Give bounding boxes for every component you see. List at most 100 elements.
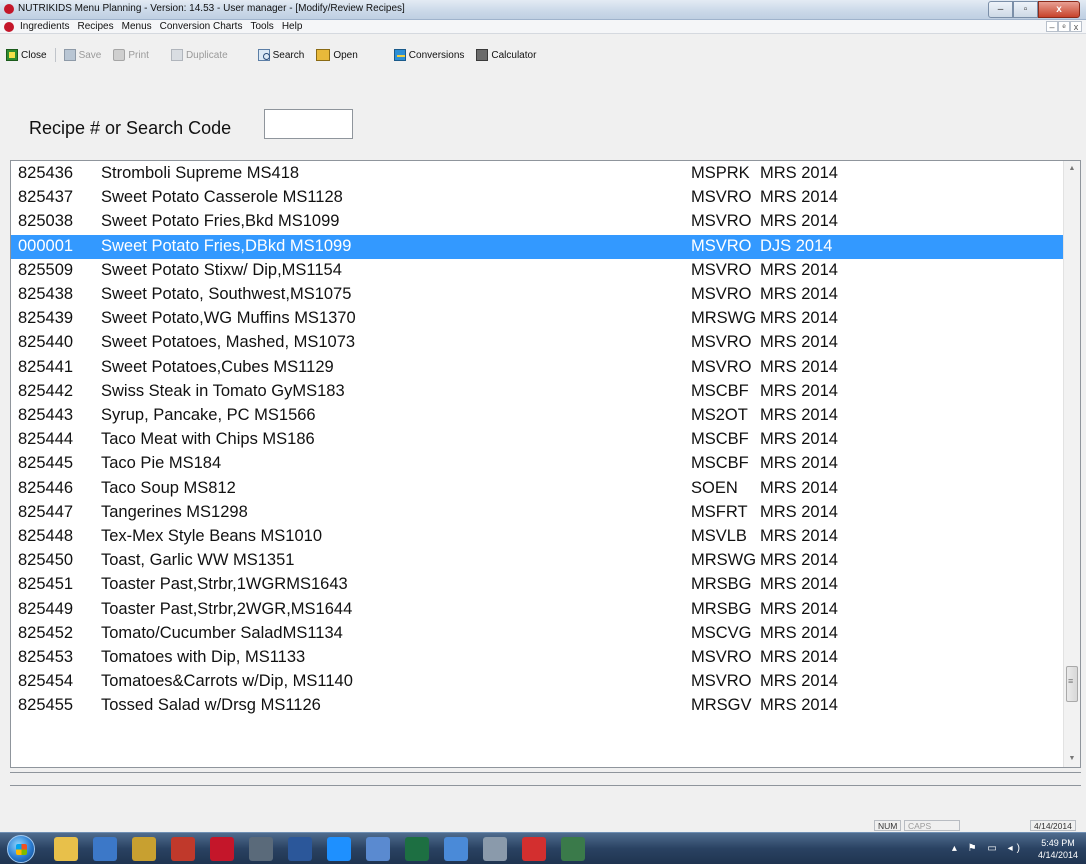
recipe-name: Sweet Potatoes, Mashed, MS1073 [101, 333, 356, 352]
recipe-row[interactable]: 825436 Stromboli Supreme MS418 MSPRK MRS 20… [11, 162, 1065, 186]
recipe-source: MRS 2014 [760, 527, 838, 545]
menu-tools[interactable]: Tools [250, 21, 273, 32]
recipe-category: MSFRT [691, 502, 748, 521]
search-code-input[interactable] [264, 109, 353, 139]
recipe-name: Tossed Salad w/Drsg MS1126 [101, 696, 321, 715]
document-window-controls: – ᵉ x [1046, 21, 1082, 32]
recipe-list[interactable]: 825436 Stromboli Supreme MS418 MSPRK MRS 20… [10, 160, 1081, 768]
recipe-source: MRS 2014 [760, 454, 838, 473]
recipe-code: 825436 [18, 164, 74, 182]
menu-bar: Ingredients Recipes Menus Conversion Cha… [0, 20, 1086, 34]
recipe-code: 825437 [18, 188, 74, 207]
recipe-row[interactable]: 825448 Tex-Mex Style Beans MS1010 MSVLB MRS… [11, 525, 1065, 549]
maximize-button[interactable]: ▫ [1013, 1, 1038, 18]
recipe-row[interactable]: 825444 Taco Meat with Chips MS186 MSCBF MRS… [11, 428, 1065, 452]
publisher-icon[interactable] [171, 837, 195, 861]
duplicate-label: Duplicate [185, 49, 228, 61]
recipe-row[interactable]: 825447 Tangerines MS1298 MSFRT MRS 2014 [11, 501, 1065, 525]
recipe-row[interactable]: 825454 Tomatoes&Carrots w/Dip, MS1140 MSVR… [11, 670, 1065, 694]
close-label: Close [21, 49, 47, 61]
scroll-down-icon[interactable]: ▼ [1064, 751, 1080, 767]
recipe-name: Tangerines MS1298 [101, 502, 248, 521]
calculator-button[interactable]: Calculator [470, 49, 542, 61]
nutrikids-icon[interactable] [210, 837, 234, 861]
scroll-thumb[interactable] [1066, 666, 1078, 702]
nutrikids-app-icon[interactable] [4, 4, 14, 14]
recipe-code: 825443 [18, 406, 74, 424]
excel-icon[interactable] [405, 837, 429, 861]
conversions-button[interactable]: Conversions [388, 49, 471, 61]
recipe-category: MRSBG [691, 575, 752, 594]
app-icon[interactable] [249, 837, 273, 861]
recipe-category: SOEN [691, 478, 738, 497]
close-button[interactable]: Close [0, 49, 53, 61]
recipe-source: MRS 2014 [760, 672, 838, 691]
toolbar: Close Save Print Duplicate Search Open C… [0, 44, 1086, 66]
print-button[interactable]: Print [107, 49, 155, 61]
recipe-row[interactable]: 825445 Taco Pie MS184 MSCBF MRS 2014 [11, 452, 1065, 476]
recipe-row[interactable]: 825455 Tossed Salad w/Drsg MS1126 MRSGV MRS… [11, 694, 1065, 718]
recipe-row[interactable]: 825441 Sweet Potatoes,Cubes MS1129 MSVRO MR… [11, 356, 1065, 380]
recipe-row[interactable]: 825449 Toaster Past,Strbr,2WGR,MS1644 MRSB… [11, 598, 1065, 622]
recipe-row[interactable]: 000001 Sweet Potato Fries,DBkd MS1099 MSVR… [11, 234, 1065, 259]
recipe-category: MSCBF [691, 454, 749, 473]
calculator-label: Calculator [491, 49, 537, 61]
close-window-button[interactable]: x [1038, 1, 1080, 18]
tray-icons[interactable]: ▴ ⚑ ▭ ◂) [952, 843, 1024, 854]
document-minimize-button[interactable]: – [1046, 21, 1058, 32]
acrobat-icon[interactable] [522, 837, 546, 861]
network-icon[interactable] [444, 837, 468, 861]
scroll-up-icon[interactable]: ▲ [1064, 161, 1080, 177]
print-icon [113, 49, 126, 61]
menu-menus[interactable]: Menus [122, 21, 152, 32]
recipe-row[interactable]: 825453 Tomatoes with Dip, MS1133 MSVRO MRS … [11, 646, 1065, 670]
recipe-source: MRS 2014 [760, 599, 838, 618]
minimize-button[interactable]: – [988, 1, 1013, 18]
system-monitor-icon[interactable] [561, 837, 585, 861]
internet-explorer-icon[interactable] [327, 837, 351, 861]
recipe-row[interactable]: 825438 Sweet Potato, Southwest,MS1075 MSVR… [11, 283, 1065, 307]
recipe-row[interactable]: 825439 Sweet Potato,WG Muffins MS1370 MRSW… [11, 307, 1065, 331]
recipe-source: MRS 2014 [760, 381, 838, 400]
menu-recipes[interactable]: Recipes [77, 21, 113, 32]
media-player-icon[interactable] [93, 837, 117, 861]
menu-conversion-charts[interactable]: Conversion Charts [160, 21, 243, 32]
menu-list: Ingredients Recipes Menus Conversion Cha… [20, 21, 302, 32]
recipe-row[interactable]: 825440 Sweet Potatoes, Mashed, MS1073 MSVR… [11, 331, 1065, 355]
recipe-source: MRS 2014 [760, 502, 838, 521]
recipe-row[interactable]: 825509 Sweet Potato Stixw/ Dip,MS1154 MSVR… [11, 259, 1065, 283]
recipe-name: Tomatoes&Carrots w/Dip, MS1140 [101, 672, 353, 691]
document-restore-button[interactable]: ᵉ [1058, 21, 1070, 32]
explorer-icon[interactable] [54, 837, 78, 861]
recipe-code: 825444 [18, 430, 74, 449]
recipe-category: MSVRO [691, 285, 752, 303]
recipe-row[interactable]: 825437 Sweet Potato Casserole MS1128 MSVRO… [11, 186, 1065, 210]
recipe-row[interactable]: 825038 Sweet Potato Fries,Bkd MS1099 MSVRO… [11, 210, 1065, 234]
menu-ingredients[interactable]: Ingredients [20, 21, 69, 32]
menu-help[interactable]: Help [282, 21, 303, 32]
document-icon[interactable] [4, 22, 14, 32]
recipe-source: MRS 2014 [760, 406, 838, 424]
tool-icon[interactable] [132, 837, 156, 861]
search-button[interactable]: Search [252, 49, 311, 61]
tray-clock[interactable]: 5:49 PM 4/14/2014 [1038, 837, 1078, 861]
open-button[interactable]: Open [310, 49, 363, 61]
start-button[interactable] [7, 835, 35, 863]
calculator-icon[interactable] [366, 837, 390, 861]
recipe-name: Sweet Potatoes,Cubes MS1129 [101, 357, 334, 376]
document-close-button[interactable]: x [1070, 21, 1082, 32]
recipe-row[interactable]: 825452 Tomato/Cucumber SaladMS1134 MSCVG MR… [11, 622, 1065, 646]
recipe-row[interactable]: 825442 Swiss Steak in Tomato GyMS183 MSCBF… [11, 380, 1065, 404]
recipe-row[interactable]: 825451 Toaster Past,Strbr,1WGRMS1643 MRSBG… [11, 573, 1065, 597]
recipe-row[interactable]: 825450 Toast, Garlic WW MS1351 MRSWG MRS 20… [11, 549, 1065, 573]
recipe-source: MRS 2014 [760, 357, 838, 376]
recipe-row[interactable]: 825443 Syrup, Pancake, PC MS1566 MS2OT MRS … [11, 404, 1065, 428]
recipe-source: MRS 2014 [760, 575, 838, 594]
duplicate-button[interactable]: Duplicate [165, 49, 234, 61]
recipe-source: MRS 2014 [760, 478, 838, 497]
vertical-scrollbar[interactable]: ▲ ▼ [1063, 161, 1080, 767]
recipe-row[interactable]: 825446 Taco Soup MS812 SOEN MRS 2014 [11, 477, 1065, 501]
save-button[interactable]: Save [58, 49, 108, 61]
word-icon[interactable] [288, 837, 312, 861]
settings-icon[interactable] [483, 837, 507, 861]
